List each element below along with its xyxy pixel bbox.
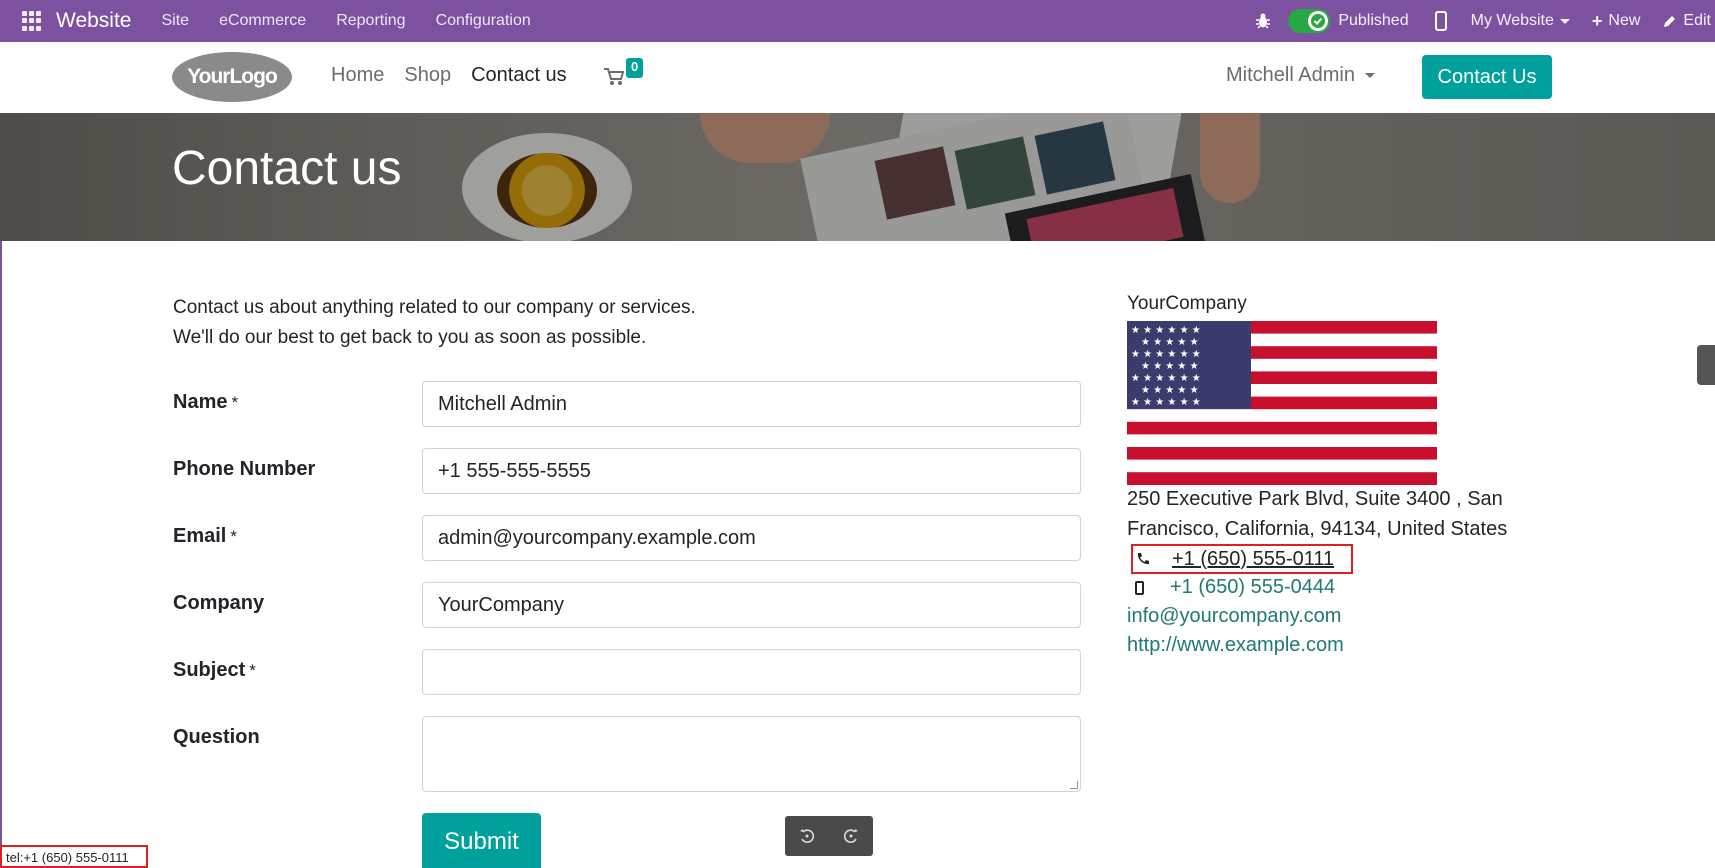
us-flag-image: ★ ★ ★ ★ ★ ★ ★ ★ ★ ★ ★ ★ ★ ★ ★ ★ ★ ★ ★ ★ … — [1127, 321, 1437, 485]
subject-field[interactable] — [422, 649, 1081, 695]
admin-menu: Site eCommerce Reporting Configuration — [161, 12, 530, 30]
site-header: YourLogo Home Shop Contact us 0 Mitchell… — [0, 42, 1715, 113]
subject-label: Subject * — [173, 659, 256, 681]
subject-row: Subject * — [173, 649, 1081, 695]
company-label: Company — [173, 592, 265, 614]
phone-field[interactable]: +1 555-555-5555 — [422, 448, 1081, 494]
company-info: YourCompany — [1127, 293, 1507, 315]
email-row: Email * admin@yourcompany.example.com — [173, 515, 1081, 561]
mobile-icon[interactable] — [1434, 11, 1447, 31]
name-row: Name * Mitchell Admin — [173, 381, 1081, 427]
published-label[interactable]: Published — [1338, 12, 1408, 30]
nav-home[interactable]: Home — [331, 64, 384, 87]
mobile-link[interactable]: +1 (650) 555-0444 — [1170, 576, 1335, 599]
chevron-down-icon — [1364, 73, 1375, 78]
website-link[interactable]: http://www.example.com — [1127, 634, 1344, 657]
page-title: Contact us — [172, 142, 402, 195]
side-panel-tab[interactable] — [1697, 345, 1715, 385]
email-link[interactable]: info@yourcompany.com — [1127, 605, 1341, 628]
cart-link[interactable]: 0 — [604, 58, 644, 86]
app-name[interactable]: Website — [56, 9, 131, 33]
plus-icon: + — [1591, 10, 1603, 31]
company-address: 250 Executive Park Blvd, Suite 3400 , Sa… — [1127, 484, 1507, 544]
published-toggle[interactable] — [1288, 9, 1331, 33]
logo[interactable]: YourLogo — [172, 52, 292, 102]
svg-text:★ ★ ★ ★ ★ ★: ★ ★ ★ ★ ★ ★ — [1131, 349, 1201, 360]
menu-site[interactable]: Site — [161, 12, 189, 30]
admin-actions: Published My Website + New Edit — [1254, 0, 1715, 42]
name-field[interactable]: Mitchell Admin — [422, 381, 1081, 427]
pencil-icon — [1664, 15, 1676, 27]
email-field[interactable]: admin@yourcompany.example.com — [422, 515, 1081, 561]
user-menu[interactable]: Mitchell Admin — [1226, 64, 1375, 87]
phone-link[interactable]: +1 (650) 555-0111 — [1172, 548, 1334, 571]
company-field[interactable]: YourCompany — [422, 582, 1081, 628]
intro-line-1: Contact us about anything related to our… — [173, 297, 696, 318]
phone-label: Phone Number — [173, 458, 316, 480]
redo-icon[interactable] — [843, 828, 859, 844]
undo-icon[interactable] — [799, 828, 815, 844]
edit-label: Edit — [1683, 12, 1711, 29]
user-name: Mitchell Admin — [1226, 64, 1355, 86]
svg-text:★ ★ ★ ★ ★ ★: ★ ★ ★ ★ ★ ★ — [1131, 397, 1201, 408]
required-mark: * — [231, 393, 239, 412]
company-row: Company YourCompany — [173, 582, 1081, 628]
main-nav: Home Shop Contact us — [331, 64, 567, 87]
question-field[interactable] — [422, 716, 1081, 792]
intro-text: Contact us about anything related to our… — [173, 293, 696, 353]
svg-text:★ ★ ★ ★ ★: ★ ★ ★ ★ ★ — [1141, 337, 1199, 348]
svg-text:★ ★ ★ ★ ★ ★: ★ ★ ★ ★ ★ ★ — [1131, 373, 1201, 384]
website-selector-label: My Website — [1470, 12, 1554, 29]
chevron-down-icon — [1559, 18, 1570, 24]
company-name: YourCompany — [1127, 293, 1247, 314]
undo-redo-bar — [785, 816, 873, 856]
menu-reporting[interactable]: Reporting — [336, 12, 405, 30]
nav-shop[interactable]: Shop — [404, 64, 451, 87]
svg-text:★ ★ ★ ★ ★: ★ ★ ★ ★ ★ — [1141, 361, 1199, 372]
phone-row: Phone Number +1 555-555-5555 — [173, 448, 1081, 494]
menu-configuration[interactable]: Configuration — [436, 12, 531, 30]
mobile-row: +1 (650) 555-0444 — [1133, 576, 1335, 599]
menu-ecommerce[interactable]: eCommerce — [219, 12, 306, 30]
mobile-icon — [1135, 580, 1144, 595]
name-label: Name * — [173, 391, 239, 413]
edit-button[interactable]: Edit — [1662, 12, 1711, 30]
contact-us-button[interactable]: Contact Us — [1422, 55, 1552, 99]
cart-count-badge: 0 — [626, 58, 644, 78]
submit-button[interactable]: Submit — [422, 813, 541, 868]
intro-line-2: We'll do our best to get back to you as … — [173, 327, 647, 348]
address-line-1: 250 Executive Park Blvd, Suite 3400 , Sa… — [1127, 488, 1503, 510]
admin-bar: Website Site eCommerce Reporting Configu… — [0, 0, 1715, 42]
website-selector[interactable]: My Website — [1471, 12, 1570, 30]
question-row: Question — [173, 716, 1081, 792]
page-banner: Contact us — [0, 113, 1715, 241]
nav-contact-us[interactable]: Contact us — [471, 64, 567, 87]
apps-grid-icon[interactable] — [22, 11, 42, 31]
check-icon — [1308, 11, 1329, 31]
bug-icon[interactable] — [1254, 12, 1272, 30]
phone-link-row: +1 (650) 555-0111 — [1131, 544, 1353, 574]
svg-text:★ ★ ★ ★ ★: ★ ★ ★ ★ ★ — [1141, 385, 1199, 396]
resize-handle[interactable] — [1070, 781, 1078, 789]
address-line-2: Francisco, California, 94134, United Sta… — [1127, 518, 1508, 540]
status-bar-url: tel:+1 (650) 555-0111 — [0, 845, 148, 868]
required-mark: * — [249, 661, 256, 680]
question-label: Question — [173, 726, 260, 748]
phone-icon — [1137, 553, 1149, 565]
cart-icon — [604, 68, 624, 85]
email-label: Email * — [173, 525, 237, 547]
required-mark: * — [230, 527, 237, 546]
new-label: New — [1608, 12, 1641, 29]
new-button[interactable]: + New — [1592, 11, 1641, 32]
svg-text:★ ★ ★ ★ ★ ★: ★ ★ ★ ★ ★ ★ — [1131, 325, 1201, 336]
